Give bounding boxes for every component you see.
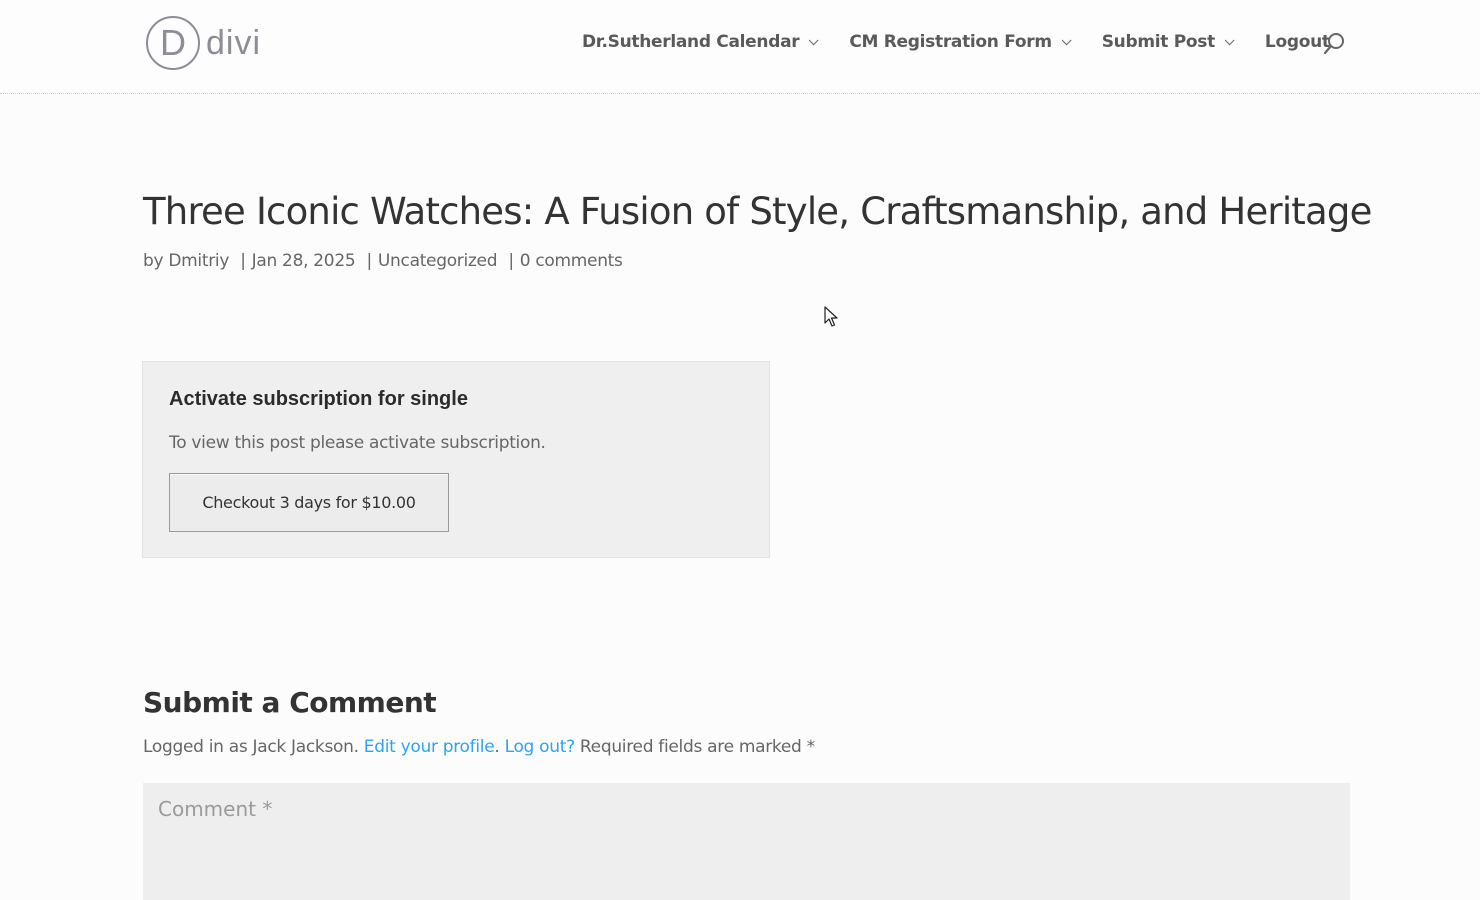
logout-link[interactable]: Log out?: [505, 737, 576, 757]
nav-item-submit-post[interactable]: Submit Post: [1101, 32, 1235, 52]
site-header: D divi Dr.Sutherland Calendar CM Registr…: [0, 0, 1480, 94]
subscription-text: To view this post please activate subscr…: [169, 433, 546, 453]
comment-section-title: Submit a Comment: [143, 686, 437, 719]
edit-profile-link[interactable]: Edit your profile: [364, 737, 495, 757]
required-fields-note: Required fields are marked *: [579, 737, 815, 757]
nav-item-label: Submit Post: [1101, 32, 1215, 52]
subscription-heading: Activate subscription for single: [169, 388, 468, 410]
mouse-cursor-icon: [824, 306, 838, 327]
chevron-down-icon: [1061, 34, 1072, 45]
author-link[interactable]: Dmitriy: [168, 251, 229, 271]
nav-item-logout[interactable]: Logout: [1265, 32, 1330, 52]
nav-item-label: Dr.Sutherland Calendar: [582, 32, 800, 52]
nav-item-registration-form[interactable]: CM Registration Form: [849, 32, 1072, 52]
chevron-down-icon: [809, 34, 819, 45]
meta-separator: |: [366, 251, 372, 271]
nav-item-label: Logout: [1264, 32, 1330, 52]
post-meta: by Dmitriy | Jan 28, 2025 | Uncategorized …: [143, 251, 623, 271]
comment-input[interactable]: [143, 783, 1350, 900]
logo-text: divi: [206, 23, 262, 62]
meta-by: by: [143, 251, 164, 271]
logged-in-note: Logged in as Jack Jackson. Edit your pro…: [143, 737, 815, 757]
meta-separator: |: [508, 251, 514, 271]
nav-item-calendar[interactable]: Dr.Sutherland Calendar: [582, 32, 819, 52]
post-title: Three Iconic Watches: A Fusion of Style,…: [143, 190, 1372, 233]
checkout-button[interactable]: Checkout 3 days for $10.00: [169, 473, 449, 532]
comments-link[interactable]: 0 comments: [520, 251, 623, 271]
subscription-box: Activate subscription for single To view…: [142, 361, 770, 558]
logo-mark: D: [146, 16, 200, 70]
chevron-down-icon: [1224, 34, 1235, 45]
category-link[interactable]: Uncategorized: [378, 251, 498, 271]
search-icon[interactable]: [1322, 32, 1346, 56]
logged-in-prefix: Logged in as Jack Jackson.: [143, 737, 359, 757]
meta-separator: |: [240, 251, 246, 271]
main-nav: Dr.Sutherland Calendar CM Registration F…: [582, 32, 1364, 52]
nav-item-label: CM Registration Form: [849, 32, 1052, 52]
site-logo[interactable]: D divi: [146, 16, 261, 70]
period: .: [494, 737, 500, 757]
post-date: Jan 28, 2025: [251, 251, 356, 271]
